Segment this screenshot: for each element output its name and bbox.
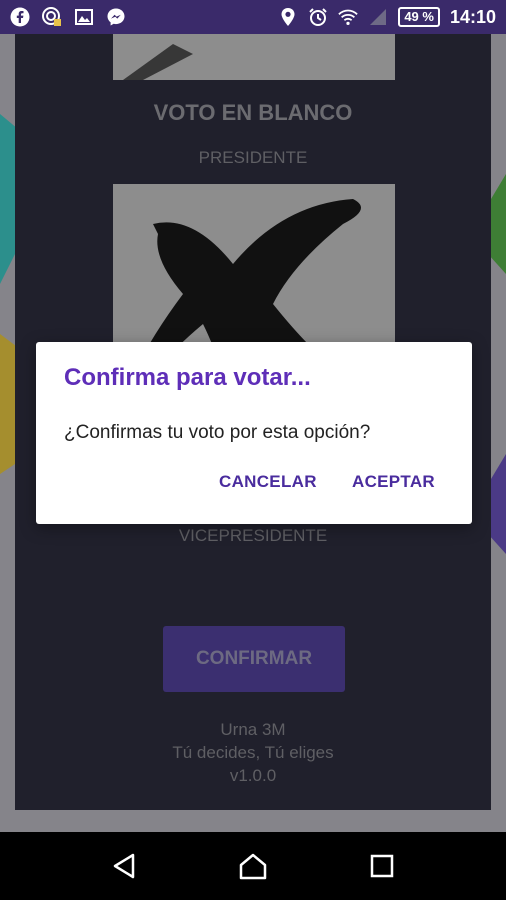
dialog-title: Confirma para votar... <box>64 364 311 391</box>
confirm-vote-dialog: Confirma para votar... ¿Confirmas tu vot… <box>36 342 472 524</box>
role-label-president: PRESIDENTE <box>198 148 308 167</box>
messenger-icon <box>106 7 126 27</box>
confirm-vote-button[interactable]: CONFIRMAR <box>163 626 345 692</box>
wifi-icon <box>338 7 359 27</box>
app-name: Urna 3M <box>220 720 286 739</box>
cross-mark-icon <box>123 44 193 80</box>
facebook-icon <box>10 7 30 27</box>
ballot-image-previous[interactable] <box>113 34 395 80</box>
gallery-icon <box>74 7 94 27</box>
role-label-vice: VICEPRESIDENTE <box>178 526 328 545</box>
status-bar: 49 % 14:10 <box>0 0 506 34</box>
clock: 14:10 <box>449 6 496 27</box>
alarm-icon <box>308 7 328 27</box>
candidate-name: VOTO EN BLANCO <box>153 100 353 125</box>
recent-apps-icon[interactable] <box>362 846 402 886</box>
system-indicators: 49 % 14:10 <box>278 7 496 28</box>
signal-icon <box>368 7 388 27</box>
cancel-button[interactable]: CANCELAR <box>219 472 317 492</box>
back-icon[interactable] <box>104 846 144 886</box>
location-icon <box>278 7 298 27</box>
accept-button[interactable]: ACEPTAR <box>352 472 435 492</box>
home-icon[interactable] <box>233 846 273 886</box>
battery-indicator: 49 % <box>398 7 440 27</box>
notification-icons <box>10 7 126 27</box>
app-version: v1.0.0 <box>229 766 277 785</box>
navigation-bar <box>0 832 506 900</box>
dialog-message: ¿Confirmas tu voto por esta opción? <box>64 422 371 443</box>
target-icon <box>42 7 62 27</box>
app-tagline: Tú decides, Tú eliges <box>172 743 334 762</box>
